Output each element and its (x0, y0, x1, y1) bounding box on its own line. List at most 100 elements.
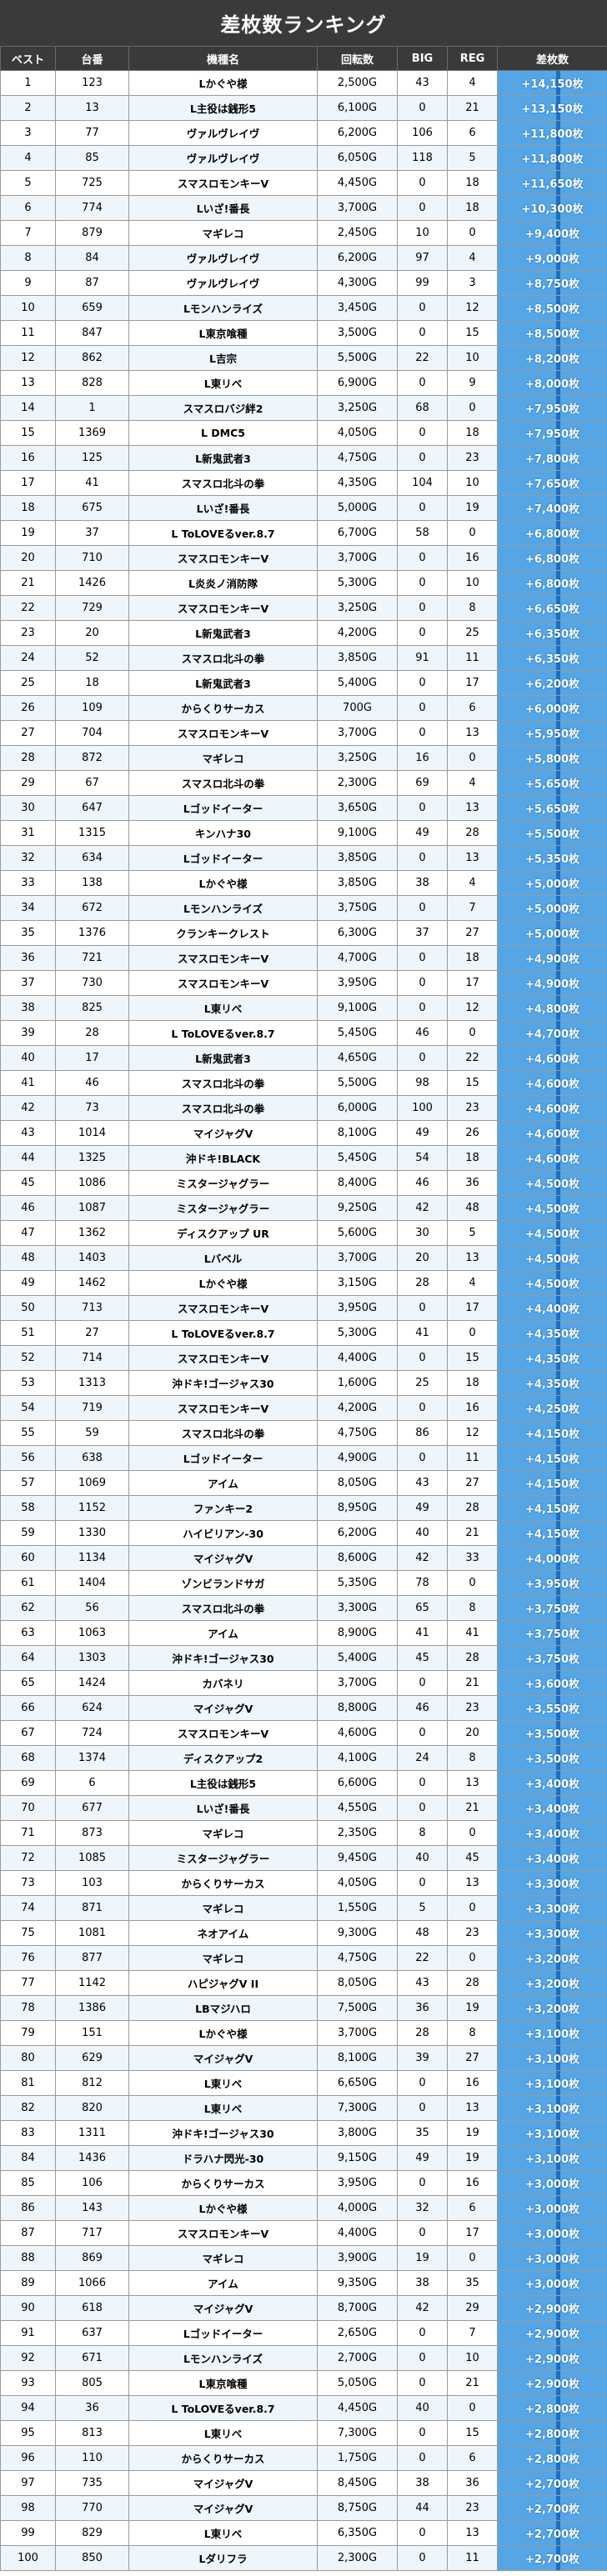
rank-cell: 17 (0, 470, 56, 496)
table-row: 49 1462 Lかぐや様 3,150G 28 4 +4,500枚 (0, 1270, 607, 1296)
reg-cell: 23 (447, 1695, 498, 1721)
coin-difference-value: +11,800枚 (521, 128, 584, 141)
rank-cell: 89 (0, 2270, 56, 2296)
coin-difference-value: +4,350枚 (524, 1378, 579, 1391)
spins-cell: 8,100G (317, 2045, 398, 2071)
reg-cell: 16 (447, 1395, 498, 1421)
coin-difference-cell: +3,500枚 (497, 1720, 607, 1746)
machine-number-cell: 637 (55, 2320, 129, 2346)
big-cell: 0 (397, 1445, 448, 1471)
machine-name-cell: Lゴッドイーター (128, 1445, 318, 1471)
coin-difference-cell: +4,600枚 (497, 1070, 607, 1096)
big-cell: 100 (397, 1095, 448, 1121)
machine-name-cell: スマスロ北斗の拳 (128, 470, 318, 496)
coin-difference-cell: +11,800枚 (497, 145, 607, 171)
table-row: 42 73 スマスロ北斗の拳 6,000G 100 23 +4,600枚 (0, 1095, 607, 1121)
spins-cell: 2,500G (317, 70, 398, 96)
machine-name-cell: Lかぐや様 (128, 870, 318, 896)
machine-name-cell: L東京喰種 (128, 320, 318, 346)
reg-cell: 13 (447, 795, 498, 821)
table-row: 35 1376 クランキークレスト 6,300G 37 27 +5,000枚 (0, 920, 607, 946)
coin-difference-cell: +3,100枚 (497, 2070, 607, 2096)
coin-difference-value: +3,100枚 (524, 2028, 579, 2041)
coin-difference-cell: +3,600枚 (497, 1670, 607, 1696)
reg-cell: 0 (447, 2395, 498, 2421)
machine-name-cell: L ToLOVEるver.8.7 (128, 1020, 318, 1046)
reg-cell: 19 (447, 1995, 498, 2021)
spins-cell: 3,850G (317, 845, 398, 871)
machine-name-cell: L新鬼武者3 (128, 620, 318, 646)
spins-cell: 5,000G (317, 495, 398, 521)
machine-number-cell: 56 (55, 1595, 129, 1621)
reg-cell: 36 (447, 1170, 498, 1196)
machine-number-cell: 1376 (55, 920, 129, 946)
coin-difference-cell: +5,950枚 (497, 720, 607, 746)
machine-number-cell: 143 (55, 2195, 129, 2221)
coin-difference-value: +5,950枚 (524, 728, 579, 741)
table-row: 33 138 Lかぐや様 3,850G 38 4 +5,000枚 (0, 870, 607, 896)
coin-difference-value: +10,300枚 (521, 203, 584, 216)
table-row: 25 18 L新鬼武者3 5,400G 0 17 +6,200枚 (0, 670, 607, 696)
spins-cell: 2,300G (317, 770, 398, 796)
reg-cell: 4 (447, 245, 498, 271)
coin-difference-cell: +4,000枚 (497, 1545, 607, 1571)
big-cell: 0 (397, 2095, 448, 2121)
coin-difference-cell: +5,650枚 (497, 770, 607, 796)
coin-difference-value: +3,100枚 (524, 2078, 579, 2091)
big-cell: 78 (397, 1570, 448, 1596)
machine-name-cell: キンハナ30 (128, 820, 318, 846)
reg-cell: 23 (447, 1920, 498, 1946)
rank-cell: 10 (0, 295, 56, 321)
reg-cell: 28 (447, 1970, 498, 1996)
coin-difference-cell: +2,800枚 (497, 2395, 607, 2421)
spins-cell: 8,600G (317, 1545, 398, 1571)
spins-cell: 6,200G (317, 245, 398, 271)
spins-cell: 4,100G (317, 1745, 398, 1771)
spins-cell: 6,700G (317, 520, 398, 546)
rank-cell: 3 (0, 120, 56, 146)
reg-cell: 4 (447, 70, 498, 96)
big-cell: 8 (397, 1820, 448, 1846)
coin-difference-value: +6,350枚 (524, 628, 579, 641)
machine-number-cell: 770 (55, 2495, 129, 2521)
machine-number-cell: 1069 (55, 1470, 129, 1496)
machine-number-cell: 677 (55, 1795, 129, 1821)
spins-cell: 6,100G (317, 95, 398, 121)
rank-cell: 35 (0, 920, 56, 946)
machine-number-cell: 1063 (55, 1620, 129, 1646)
coin-difference-value: +9,000枚 (524, 253, 579, 266)
machine-number-cell: 1081 (55, 1920, 129, 1946)
rank-cell: 92 (0, 2345, 56, 2371)
machine-name-cell: スマスロ北斗の拳 (128, 1420, 318, 1446)
reg-cell: 23 (447, 1095, 498, 1121)
rank-cell: 18 (0, 495, 56, 521)
reg-cell: 5 (447, 1220, 498, 1246)
table-row: 20 710 スマスロモンキーV 3,700G 0 16 +6,800枚 (0, 545, 607, 571)
big-cell: 49 (397, 2145, 448, 2171)
reg-cell: 7 (447, 895, 498, 921)
coin-difference-value: +4,800枚 (524, 1003, 579, 1016)
coin-difference-cell: +5,500枚 (497, 820, 607, 846)
coin-difference-cell: +4,150枚 (497, 1495, 607, 1521)
spins-cell: 8,900G (317, 1620, 398, 1646)
rank-cell: 63 (0, 1620, 56, 1646)
rank-cell: 28 (0, 745, 56, 771)
coin-difference-value: +3,100枚 (524, 2128, 579, 2141)
table-row: 63 1063 アイム 8,900G 41 41 +3,750枚 (0, 1620, 607, 1646)
rank-cell: 90 (0, 2295, 56, 2321)
table-row: 41 46 スマスロ北斗の拳 5,500G 98 15 +4,600枚 (0, 1070, 607, 1096)
spins-cell: 4,750G (317, 1945, 398, 1971)
big-cell: 0 (397, 695, 448, 721)
machine-number-cell: 110 (55, 2445, 129, 2471)
coin-difference-cell: +3,000枚 (497, 2170, 607, 2196)
coin-difference-cell: +8,750枚 (497, 270, 607, 296)
spins-cell: 3,750G (317, 895, 398, 921)
coin-difference-cell: +2,900枚 (497, 2320, 607, 2346)
machine-number-cell: 1325 (55, 1145, 129, 1171)
coin-difference-cell: +4,350枚 (497, 1320, 607, 1346)
machine-name-cell: ディスクアップ2 (128, 1745, 318, 1771)
big-cell: 38 (397, 2270, 448, 2296)
rank-cell: 49 (0, 1270, 56, 1296)
coin-difference-cell: +4,150枚 (497, 1420, 607, 1446)
coin-difference-value: +8,200枚 (524, 353, 579, 366)
